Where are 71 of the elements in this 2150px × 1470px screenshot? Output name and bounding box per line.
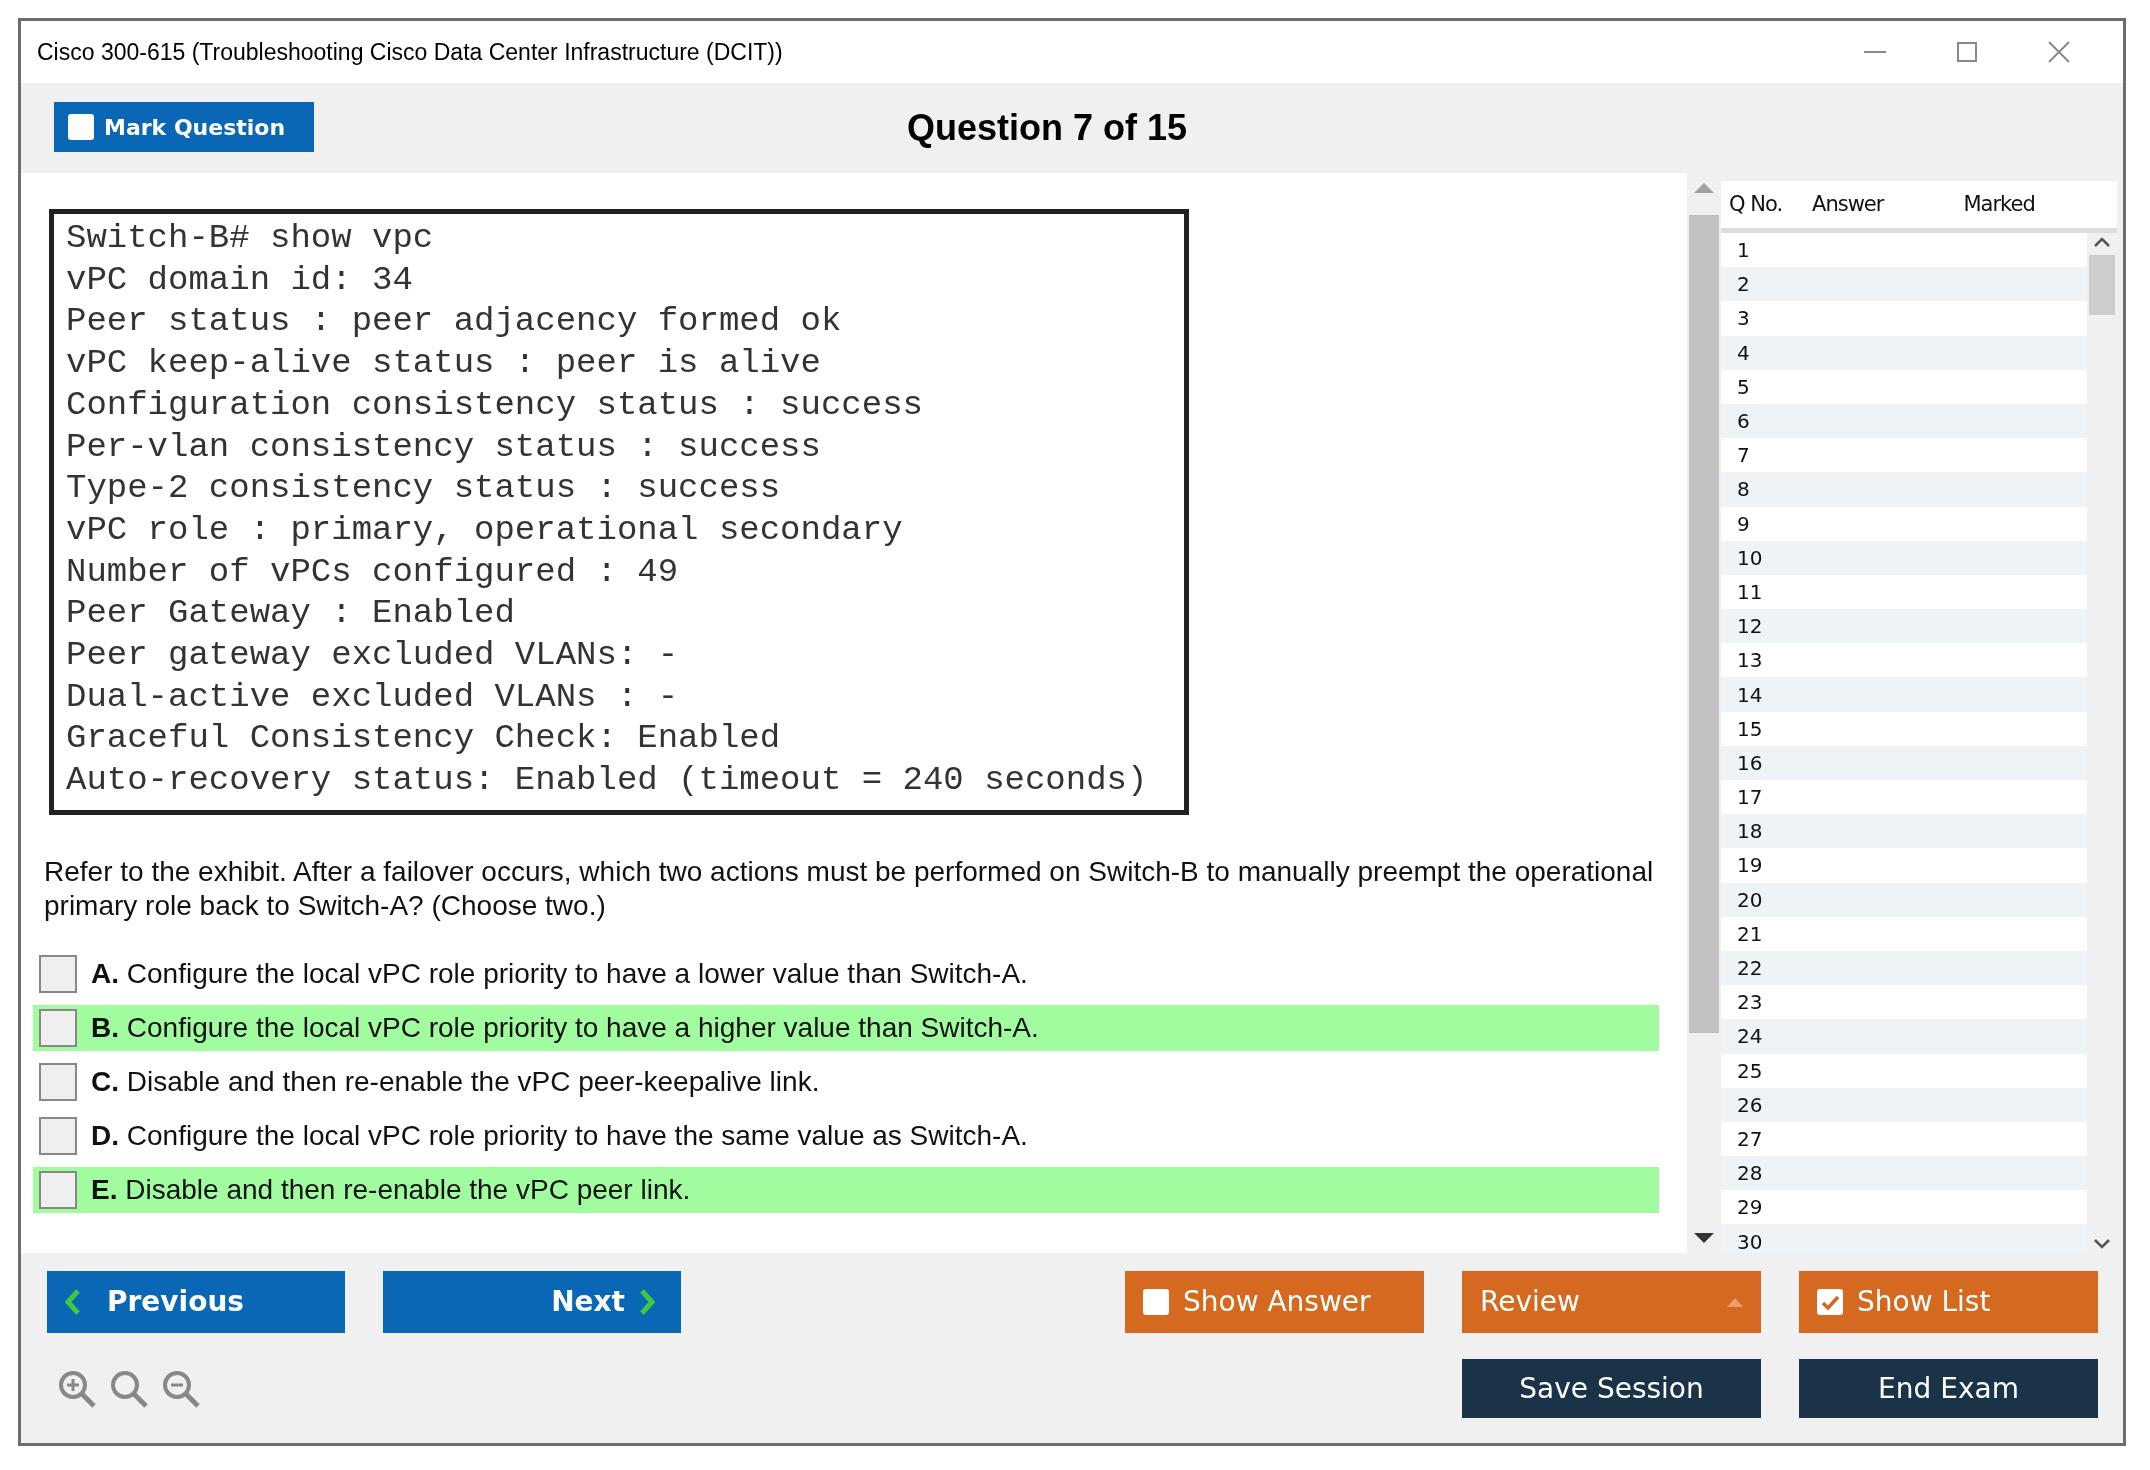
column-header[interactable]: Marked — [1963, 188, 2035, 221]
question-number[interactable]: 20 — [1721, 882, 2087, 917]
question-number[interactable]: 28 — [1721, 1156, 2087, 1191]
window-title: Cisco 300-615 (Troubleshooting Cisco Data Center Infrastructure (DCIT)) — [37, 37, 784, 67]
scrollbar-thumb[interactable] — [1689, 215, 1719, 1033]
checkbox[interactable] — [1143, 1289, 1169, 1315]
question-number[interactable]: 22 — [1721, 950, 2087, 986]
checkbox[interactable] — [39, 1170, 77, 1209]
question-number[interactable]: 5 — [1721, 369, 2087, 404]
checkbox[interactable] — [39, 1008, 77, 1047]
column-header[interactable]: Q No. — [1729, 188, 1783, 221]
scroll-down-icon[interactable] — [2094, 1239, 2110, 1249]
question-number[interactable]: 26 — [1721, 1087, 2087, 1122]
option-row[interactable]: D. Configure the local vPC role priority to have the same value as Switch-A. — [33, 1112, 1659, 1159]
question-number[interactable]: 27 — [1721, 1121, 2087, 1157]
checkbox[interactable] — [39, 954, 77, 993]
scroll-down-icon[interactable] — [1694, 1233, 1714, 1245]
end-exam-button[interactable]: End Exam — [1799, 1359, 2098, 1418]
question-number[interactable]: 19 — [1721, 848, 2087, 883]
chevron-left-icon — [65, 1289, 81, 1315]
zoom-in-icon[interactable] — [57, 1368, 97, 1409]
question-number[interactable]: 10 — [1721, 540, 2087, 575]
question-number[interactable]: 12 — [1721, 609, 2087, 644]
maximize-icon[interactable] — [1957, 42, 1977, 62]
scrollbar-thumb[interactable] — [2089, 255, 2115, 315]
question-number[interactable]: 25 — [1721, 1053, 2087, 1088]
checkbox[interactable] — [39, 1116, 77, 1155]
review-dropdown[interactable]: Review — [1462, 1271, 1761, 1333]
zoom-out-icon[interactable] — [161, 1368, 201, 1409]
question-number[interactable]: 7 — [1721, 438, 2087, 473]
caret-up-icon — [1727, 1297, 1743, 1307]
question-number[interactable]: 4 — [1721, 335, 2087, 370]
question-number[interactable]: 8 — [1721, 472, 2087, 507]
question-number[interactable]: 11 — [1721, 574, 2087, 610]
question-number[interactable]: 6 — [1721, 403, 2087, 439]
option-row[interactable]: A. Configure the local vPC role priority to have a lower value than Switch-A. — [33, 950, 1659, 997]
checkbox[interactable] — [1817, 1289, 1843, 1315]
column-header[interactable]: Answer — [1812, 188, 1884, 221]
mark-question-button[interactable]: Mark Question — [54, 102, 314, 152]
question-number[interactable]: 30 — [1721, 1224, 2087, 1253]
question-number[interactable]: 3 — [1721, 301, 2087, 336]
question-number[interactable]: 13 — [1721, 643, 2087, 678]
question-number[interactable]: 18 — [1721, 814, 2087, 849]
previous-button[interactable]: Previous — [47, 1271, 345, 1333]
save-session-button[interactable]: Save Session — [1462, 1359, 1761, 1418]
question-number[interactable]: 1 — [1721, 233, 2087, 268]
question-number[interactable]: 29 — [1721, 1190, 2087, 1225]
question-text: Refer to the exhibit. After a failover occurs, which two actions must be performed on Switch-B to manually preempt the operational primary role back to Switch-A? (Choose two.) — [44, 854, 1654, 923]
scroll-up-icon[interactable] — [2094, 237, 2110, 247]
search-icon[interactable] — [109, 1368, 149, 1409]
chevron-right-icon — [639, 1289, 655, 1315]
question-number[interactable]: 23 — [1721, 985, 2087, 1020]
question-number[interactable]: 17 — [1721, 780, 2087, 815]
question-number[interactable]: 16 — [1721, 745, 2087, 780]
question-number[interactable]: 9 — [1721, 506, 2087, 541]
checkbox[interactable] — [68, 114, 94, 140]
close-icon[interactable] — [2048, 41, 2070, 63]
exhibit-output: Switch-B# show vpc vPC domain id: 34 Peer status : peer adjacency formed ok vPC keep-alive status : peer is alive Configuration consistency status : success Per-vlan consistency status : success Type-2 consistency status : success vPC role : primary, operational secondary Number of vPCs configured : 49 Peer Gateway : Enabled Peer gateway excluded VLANs: - Dual-active excluded VLANs : - Graceful Consistency Check: Enabled Auto-recovery status: Enabled (timeout = 240 seconds) — [49, 209, 1189, 815]
highlighted-option-row[interactable]: B. Configure the local vPC role priority to have a higher value than Switch-A. — [33, 1004, 1659, 1051]
question-number[interactable]: 24 — [1721, 1019, 2087, 1054]
question-number-heading: Question 7 of 15 — [906, 106, 1189, 150]
question-number[interactable]: 21 — [1721, 916, 2087, 951]
question-number[interactable]: 15 — [1721, 711, 2087, 746]
question-number[interactable]: 2 — [1721, 267, 2087, 302]
toggle-button[interactable]: Show Answer — [1125, 1271, 1424, 1333]
highlighted-option-row[interactable]: E. Disable and then re-enable the vPC peer link. — [33, 1166, 1659, 1213]
option-row[interactable]: C. Disable and then re-enable the vPC peer-keepalive link. — [33, 1058, 1659, 1105]
checkbox[interactable] — [39, 1062, 77, 1101]
next-button[interactable]: Next — [383, 1271, 681, 1333]
toggle-button[interactable]: Show List — [1799, 1271, 2098, 1333]
question-number[interactable]: 14 — [1721, 677, 2087, 712]
